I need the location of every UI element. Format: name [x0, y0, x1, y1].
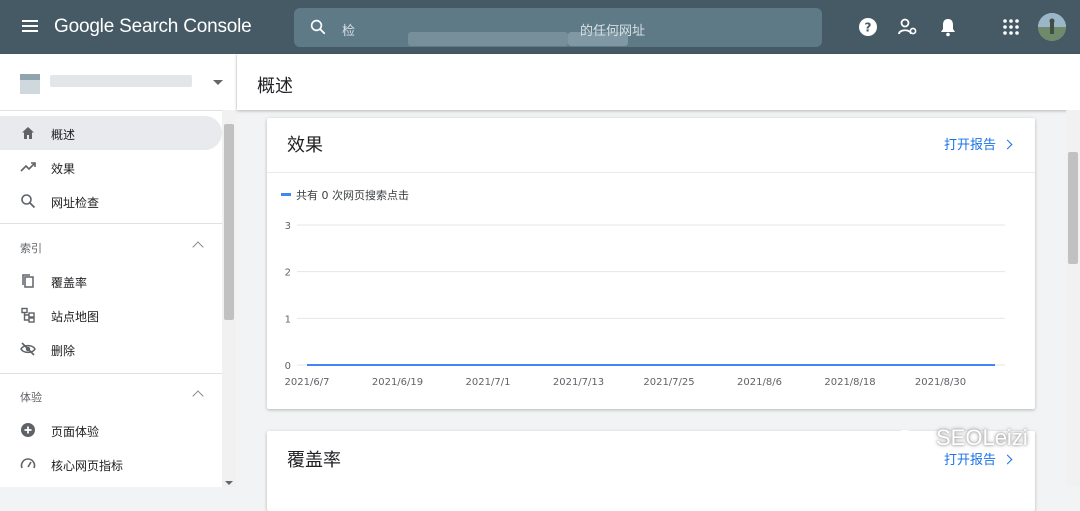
property-selector[interactable]: [0, 54, 236, 111]
sidebar: 概述 效果 网址检查 索引 覆盖率 站点地图 删除 体验 页面体验 核心网页指标: [0, 54, 236, 487]
y-tick-label: 2: [285, 268, 291, 279]
y-tick-label: 0: [285, 361, 291, 372]
sidebar-item-label: 页面体验: [51, 425, 100, 439]
search-placeholder: 检 的任何网址: [342, 20, 645, 46]
x-tick-label: 2021/7/25: [643, 377, 694, 388]
y-tick-label: 1: [285, 314, 291, 325]
divider: [0, 373, 222, 374]
open-report-label: 打开报告: [943, 453, 996, 468]
sidebar-item-label: 核心网页指标: [51, 459, 124, 473]
app-title[interactable]: Google Search Console: [54, 16, 252, 38]
open-report-link[interactable]: 打开报告: [943, 134, 1013, 153]
performance-card: 效果 打开报告 共有 0 次网页搜索点击 0 1 2 3 2021/6/7 2021/6/…: [267, 118, 1035, 409]
chevron-up-icon: [192, 390, 204, 402]
chevron-right-icon: [1002, 139, 1013, 150]
page-title: 概述: [257, 76, 293, 97]
x-tick-label: 2021/6/19: [372, 377, 423, 388]
legend-label: 共有 0 次网页搜索点击: [296, 189, 409, 202]
search-placeholder-prefix: 检: [342, 24, 356, 39]
sidebar-item-label: 删除: [51, 344, 76, 358]
y-tick-label: 3: [285, 221, 291, 232]
eye-off-icon: [20, 342, 36, 356]
dropdown-caret-icon[interactable]: [213, 80, 223, 85]
x-tick-label: 2021/7/1: [466, 377, 511, 388]
search-placeholder-suffix: 的任何网址: [580, 24, 646, 39]
main-scrollbar[interactable]: [1066, 110, 1080, 487]
sidebar-scrollbar[interactable]: [222, 110, 236, 487]
search-icon: [21, 194, 36, 209]
x-tick-label: 2021/8/18: [824, 377, 875, 388]
notifications-icon[interactable]: [937, 16, 959, 38]
manage-users-icon[interactable]: [897, 16, 919, 38]
scrollbar-thumb[interactable]: [1068, 152, 1078, 264]
section-experience-header[interactable]: 体验: [0, 379, 222, 413]
redacted-property-name: [50, 75, 192, 87]
open-report-label: 打开报告: [943, 138, 996, 153]
sidebar-item-overview[interactable]: 概述: [0, 116, 222, 150]
apps-grid-icon[interactable]: [1000, 16, 1022, 38]
search-icon: [310, 19, 326, 35]
clicks-chart[interactable]: 0 1 2 3 2021/6/7 2021/6/19 2021/7/1 2021/7/13 20…: [267, 208, 1035, 388]
divider: [267, 172, 1035, 173]
svg-text:?: ?: [865, 21, 872, 35]
chart-legend[interactable]: 共有 0 次网页搜索点击: [281, 187, 409, 203]
top-app-bar: Google Search Console 检 的任何网址 ?: [0, 0, 1080, 54]
open-report-link[interactable]: 打开报告: [943, 449, 1013, 468]
trending-up-icon: [20, 162, 36, 172]
chevron-right-icon: [1002, 454, 1013, 465]
sidebar-item-label: 概述: [51, 128, 76, 142]
x-tick-label: 2021/8/6: [737, 377, 782, 388]
sidebar-item-removals[interactable]: 删除: [0, 332, 222, 366]
sidebar-item-coverage[interactable]: 覆盖率: [0, 264, 222, 298]
sidebar-item-page-experience[interactable]: 页面体验: [0, 413, 222, 447]
add-circle-icon: [21, 423, 35, 437]
scroll-down-arrow-icon[interactable]: [225, 481, 233, 485]
home-icon: [22, 127, 34, 139]
help-icon[interactable]: ?: [857, 16, 879, 38]
section-index-header[interactable]: 索引: [0, 230, 222, 264]
sidebar-item-label: 网址检查: [51, 196, 100, 210]
property-icon: [20, 74, 40, 94]
legend-swatch: [281, 193, 291, 196]
copy-icon: [22, 274, 34, 288]
x-tick-label: 2021/8/30: [915, 377, 966, 388]
sidebar-item-label: 效果: [51, 162, 76, 176]
sidebar-item-performance[interactable]: 效果: [0, 150, 222, 184]
divider: [0, 223, 222, 224]
sidebar-item-label: 覆盖率: [51, 276, 88, 290]
sidebar-item-url-inspection[interactable]: 网址检查: [0, 184, 222, 218]
page-header: 概述: [237, 54, 1080, 110]
section-label: 索引: [20, 242, 42, 255]
x-tick-label: 2021/6/7: [285, 377, 330, 388]
watermark-text: SEOLeizi: [936, 425, 1028, 450]
chevron-up-icon: [192, 241, 204, 253]
wechat-logo-icon: [893, 430, 925, 453]
avatar[interactable]: [1038, 13, 1066, 41]
x-tick-label: 2021/7/13: [553, 377, 604, 388]
redacted-text: [408, 32, 568, 46]
scrollbar-thumb[interactable]: [224, 124, 234, 320]
search-input[interactable]: 检 的任何网址: [294, 8, 822, 47]
card-title: 覆盖率: [287, 450, 341, 471]
sidebar-item-sitemaps[interactable]: 站点地图: [0, 298, 222, 332]
sidebar-item-core-web-vitals[interactable]: 核心网页指标: [0, 447, 222, 481]
section-label: 体验: [20, 391, 42, 404]
speed-icon: [20, 458, 36, 469]
sitemap-icon: [21, 307, 35, 323]
menu-icon[interactable]: [20, 17, 40, 37]
card-title: 效果: [287, 135, 323, 156]
sidebar-item-label: 站点地图: [51, 310, 100, 324]
